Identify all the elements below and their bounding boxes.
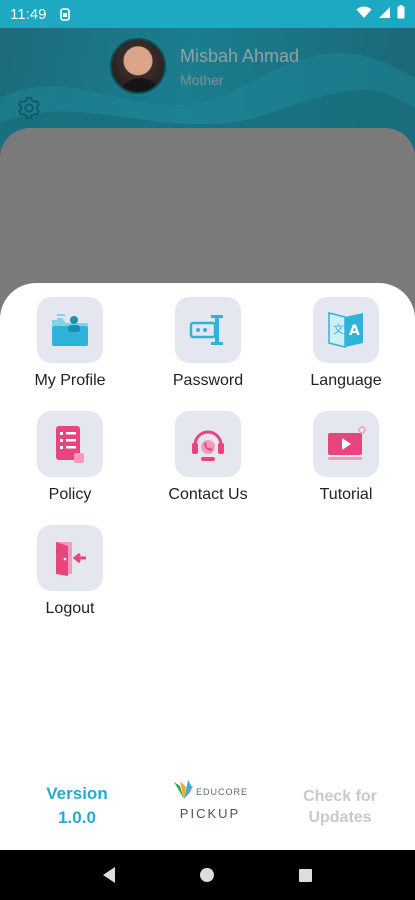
logout-icon xyxy=(56,542,86,576)
menu-item-tutorial[interactable]: Tutorial xyxy=(281,411,411,504)
back-icon xyxy=(103,867,116,883)
menu-label: Logout xyxy=(45,600,95,617)
sim-icon xyxy=(60,7,71,21)
menu-item-my-profile[interactable]: My Profile xyxy=(5,297,135,390)
tutorial-tile[interactable] xyxy=(313,411,379,477)
menu-item-password[interactable]: Password xyxy=(143,297,273,390)
check-updates-line1: Check for xyxy=(303,788,377,805)
language-tile[interactable]: 文 A xyxy=(313,297,379,363)
user-name: Misbah Ahmad xyxy=(180,46,300,66)
svg-text:A: A xyxy=(349,323,360,339)
check-updates-line2: Updates xyxy=(308,809,372,826)
check-for-updates-button[interactable]: Check for Updates xyxy=(290,786,390,828)
version-number: 1.0.0 xyxy=(58,808,96,827)
policy-icon xyxy=(56,426,84,463)
user-role: Mother xyxy=(180,72,224,88)
policy-tile[interactable] xyxy=(37,411,103,477)
menu-label: Language xyxy=(310,372,382,389)
menu-item-policy[interactable]: Policy xyxy=(5,411,135,504)
settings-button[interactable] xyxy=(16,95,42,121)
home-icon xyxy=(200,868,215,882)
contact-us-icon xyxy=(192,430,224,461)
brand-educore: EDUCORE xyxy=(195,787,248,797)
menu-item-contact-us[interactable]: Contact Us xyxy=(143,411,273,504)
educore-logo-icon xyxy=(173,780,194,799)
avatar[interactable] xyxy=(110,38,166,94)
contact-us-tile[interactable] xyxy=(175,411,241,477)
menu-label: Policy xyxy=(48,486,92,503)
version-label: Version xyxy=(46,784,108,803)
menu-item-language[interactable]: 文 A Language xyxy=(281,297,411,390)
menu-item-logout[interactable]: Logout xyxy=(5,525,135,618)
battery-icon xyxy=(397,5,405,23)
logout-tile[interactable] xyxy=(37,525,103,591)
menu-label: Contact Us xyxy=(168,486,248,503)
brand-logo: EDUCORE PICKUP xyxy=(170,778,250,821)
navigation-bar xyxy=(0,850,415,900)
status-bar: 11:49 xyxy=(0,0,415,28)
status-time: 11:49 xyxy=(10,5,47,23)
my-profile-icon xyxy=(52,314,88,346)
password-tile[interactable] xyxy=(175,297,241,363)
password-icon xyxy=(189,315,223,345)
my-profile-tile[interactable] xyxy=(37,297,103,363)
language-icon: 文 A xyxy=(328,312,363,348)
wifi-icon xyxy=(356,6,372,23)
menu-label: Tutorial xyxy=(319,486,373,503)
signal-icon xyxy=(378,6,391,23)
recents-button[interactable] xyxy=(291,860,321,890)
version-info: Version 1.0.0 xyxy=(32,782,122,830)
home-button[interactable] xyxy=(192,860,222,890)
tutorial-icon xyxy=(328,426,366,460)
recents-icon xyxy=(299,868,313,882)
svg-text:文: 文 xyxy=(333,322,344,336)
brand-pickup: PICKUP xyxy=(179,806,241,821)
back-button[interactable] xyxy=(94,860,124,890)
menu-label: My Profile xyxy=(34,372,106,389)
menu-label: Password xyxy=(172,372,244,389)
gear-icon xyxy=(17,96,41,120)
